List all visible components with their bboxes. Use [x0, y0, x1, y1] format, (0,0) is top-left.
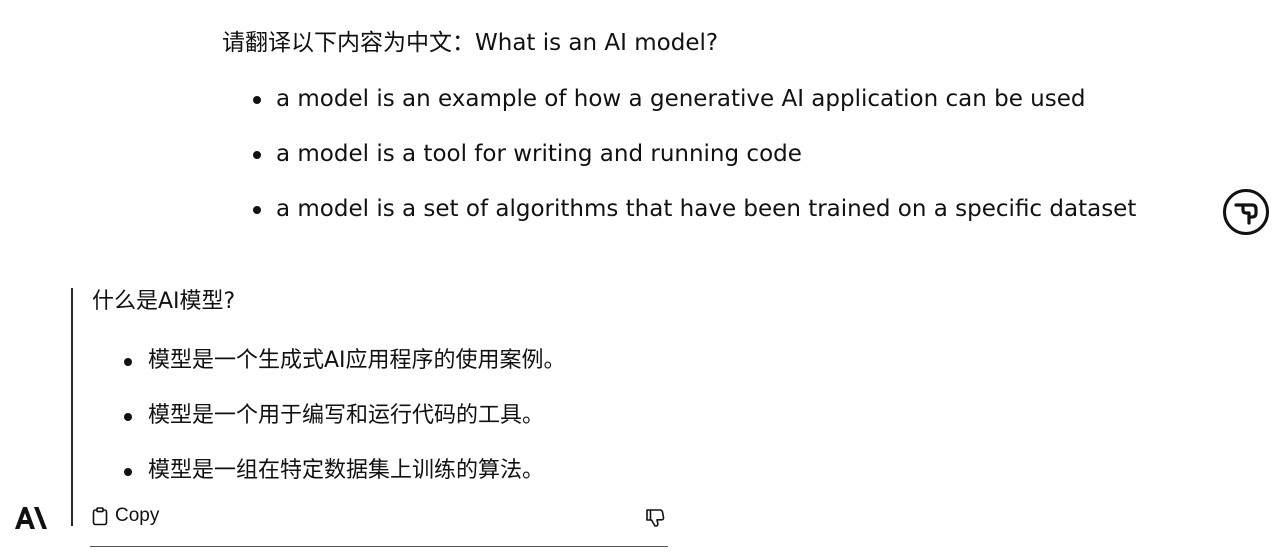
- assistant-message-bar: [71, 288, 73, 526]
- list-item: a model is a tool for writing and runnin…: [222, 137, 1222, 171]
- message-actions: Copy: [92, 503, 672, 533]
- user-bullet-list: a model is an example of how a generativ…: [222, 82, 1222, 226]
- chat-page: 请翻译以下内容为中文：What is an AI model? a model …: [0, 0, 1280, 559]
- copy-button[interactable]: Copy: [92, 505, 159, 527]
- list-item: 模型是一个用于编写和运行代码的工具。: [92, 399, 792, 433]
- assistant-bullet-list: 模型是一个生成式AI应用程序的使用案例。 模型是一个用于编写和运行代码的工具。 …: [92, 344, 792, 488]
- clipboard-icon: [92, 506, 108, 526]
- user-avatar-icon[interactable]: [1222, 188, 1270, 236]
- assistant-heading: 什么是AI模型?: [92, 289, 236, 314]
- user-message: 请翻译以下内容为中文：What is an AI model? a model …: [222, 22, 1222, 247]
- list-item: 模型是一个生成式AI应用程序的使用案例。: [92, 344, 792, 378]
- list-item: a model is an example of how a generativ…: [222, 82, 1222, 116]
- list-item: a model is a set of algorithms that have…: [222, 192, 1222, 226]
- anthropic-logo-icon: [14, 505, 48, 531]
- assistant-message: 什么是AI模型? 模型是一个生成式AI应用程序的使用案例。 模型是一个用于编写和…: [92, 282, 792, 509]
- copy-label: Copy: [115, 505, 160, 526]
- user-prompt-text: 请翻译以下内容为中文：What is an AI model?: [222, 30, 719, 56]
- thumbs-down-icon[interactable]: [644, 507, 666, 529]
- divider: [90, 546, 668, 547]
- list-item: 模型是一组在特定数据集上训练的算法。: [92, 454, 792, 488]
